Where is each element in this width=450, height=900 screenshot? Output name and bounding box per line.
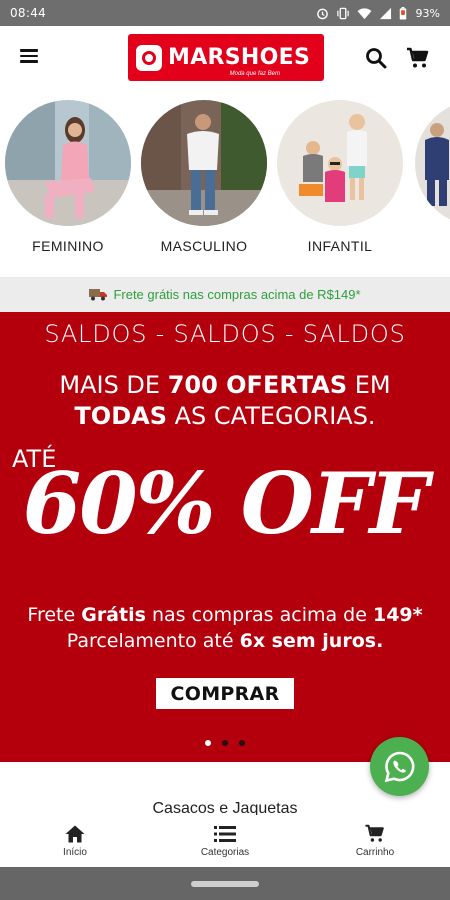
- whatsapp-icon: [384, 751, 414, 782]
- banner-saldos: SALDOS - SALDOS - SALDOS: [44, 320, 406, 348]
- banner-free-shipping: Frete Grátis nas compras acima de 149*: [27, 604, 423, 626]
- cart-icon: [407, 47, 429, 68]
- nav-label: Carrinho: [355, 847, 395, 858]
- search-button[interactable]: [364, 46, 388, 70]
- alarm-icon: [316, 7, 329, 20]
- category-next-image: [415, 100, 450, 226]
- status-bar: 08:44 93%: [0, 0, 450, 26]
- category-label: FEMININO: [32, 238, 104, 254]
- menu-button[interactable]: [20, 46, 42, 68]
- logo-text: MARSHOES: [168, 44, 311, 70]
- comprar-button[interactable]: COMPRAR: [156, 678, 294, 709]
- carousel-dot[interactable]: [205, 740, 211, 746]
- category-feminino[interactable]: FEMININO: [4, 100, 132, 254]
- carousel-dot[interactable]: [239, 740, 245, 746]
- home-icon: [65, 825, 85, 842]
- search-icon: [366, 48, 387, 69]
- signal-icon: [379, 7, 392, 20]
- promo-banner[interactable]: SALDOS - SALDOS - SALDOS MAIS DE 700 OFE…: [0, 312, 450, 762]
- logo-tagline: Moda que faz Bem: [229, 71, 280, 77]
- category-label: MASCULINO: [160, 238, 248, 254]
- nav-categorias[interactable]: Categorias: [150, 815, 300, 867]
- banner-headline: MAIS DE 700 OFERTAS EM TODAS AS CATEGORI…: [59, 371, 391, 430]
- app-header: MARSHOES Moda que faz Bem: [0, 26, 450, 90]
- free-shipping-text: Frete grátis nas compras acima de R$149*: [113, 287, 361, 302]
- cart-button[interactable]: [406, 46, 430, 70]
- vibrate-icon: [336, 7, 350, 20]
- nav-inicio[interactable]: Início: [0, 815, 150, 867]
- nav-carrinho[interactable]: Carrinho: [300, 815, 450, 867]
- category-infantil-image: [277, 100, 403, 226]
- whatsapp-button[interactable]: [370, 737, 429, 796]
- carousel-dot[interactable]: [222, 740, 228, 746]
- category-feminino-image: [5, 100, 131, 226]
- list-icon: [214, 825, 236, 842]
- category-masculino[interactable]: MASCULINO: [140, 100, 268, 254]
- category-infantil[interactable]: INFANTIL: [276, 100, 404, 254]
- cart-icon: [365, 824, 384, 842]
- banner-installments: Parcelamento até 6x sem juros.: [66, 630, 384, 652]
- free-shipping-bar: Frete grátis nas compras acima de R$149*: [0, 277, 450, 312]
- nav-label: Início: [63, 846, 87, 858]
- bottom-navigation: Início Categorias Carrinho: [0, 815, 450, 867]
- truck-icon: [89, 289, 108, 301]
- wifi-icon: [357, 7, 372, 20]
- status-time: 08:44: [10, 6, 47, 20]
- battery-percentage: 93%: [415, 6, 440, 20]
- category-next[interactable]: [414, 100, 450, 238]
- banner-discount: 60% OFF: [22, 454, 429, 553]
- battery-icon: [399, 6, 407, 20]
- category-masculino-image: [141, 100, 267, 226]
- marshoes-logo[interactable]: MARSHOES Moda que faz Bem: [128, 34, 324, 81]
- home-gesture-pill[interactable]: [191, 881, 259, 887]
- category-label: INFANTIL: [307, 238, 373, 254]
- logo-mark-icon: [136, 44, 162, 71]
- system-navigation-bar: [0, 867, 450, 900]
- nav-label: Categorias: [200, 846, 250, 858]
- status-icons: 93%: [316, 6, 440, 20]
- category-carousel[interactable]: FEMININO MASCULINO INFANTIL: [0, 96, 450, 268]
